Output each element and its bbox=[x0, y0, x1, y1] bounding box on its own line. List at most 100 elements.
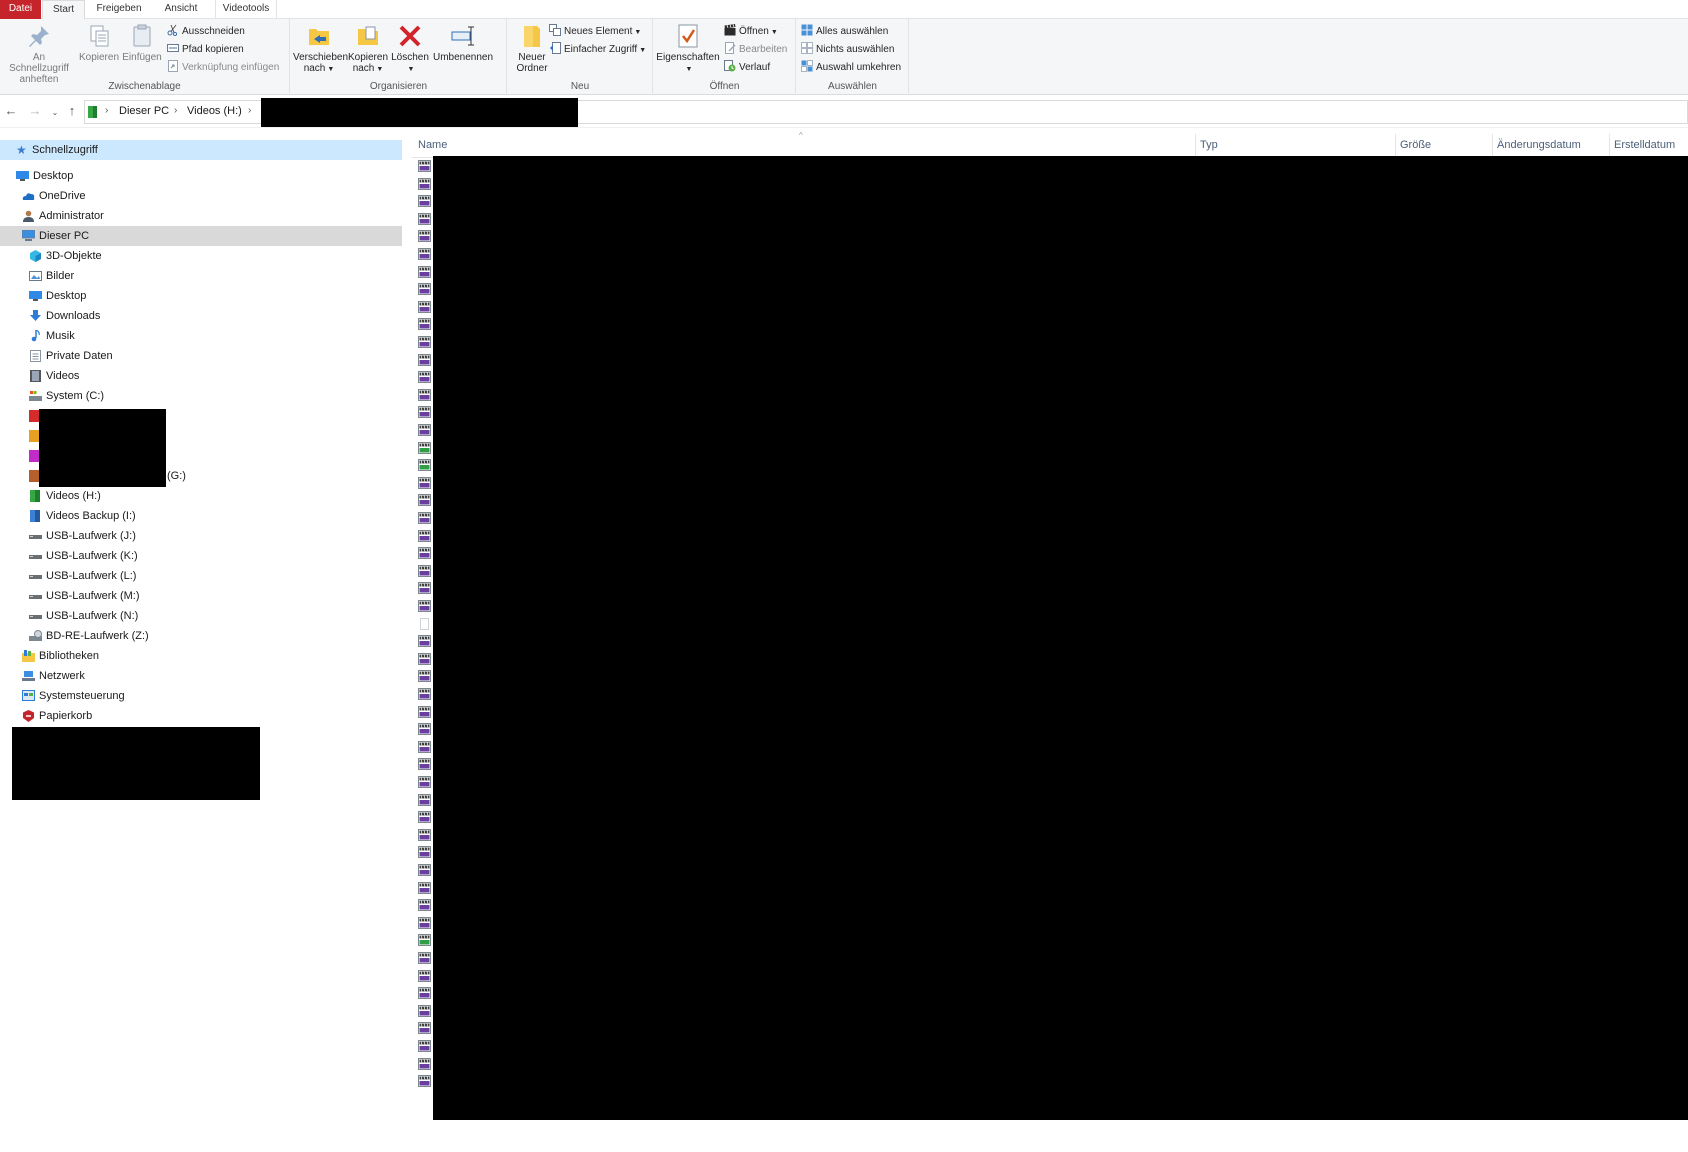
nav-item-musik[interactable]: Musik bbox=[0, 326, 402, 346]
history-button[interactable]: Verlauf bbox=[724, 60, 770, 76]
video-file-icon bbox=[418, 160, 431, 172]
nav-item-desktop[interactable]: Desktop bbox=[0, 166, 402, 186]
copy-to-button[interactable]: Kopieren nach ▼ bbox=[346, 23, 390, 75]
nav-item-usb-laufwerk-k[interactable]: USB-Laufwerk (K:) bbox=[0, 546, 402, 566]
nav-item-bibliotheken[interactable]: Bibliotheken bbox=[0, 646, 402, 666]
tab-view[interactable]: Ansicht bbox=[155, 0, 207, 19]
select-none-button[interactable]: Nichts auswählen bbox=[801, 42, 894, 58]
pin-label-1: An Schnellzugriff bbox=[9, 52, 69, 74]
nav-item-administrator[interactable]: Administrator bbox=[0, 206, 402, 226]
column-separator[interactable] bbox=[1609, 134, 1610, 158]
3d-objects-icon bbox=[30, 250, 41, 262]
forward-arrow-icon[interactable]: → bbox=[27, 104, 43, 118]
network-icon bbox=[22, 671, 35, 681]
new-folder-button[interactable]: Neuer Ordner bbox=[512, 23, 552, 74]
edit-button[interactable]: Bearbeiten bbox=[724, 42, 787, 58]
address-bar[interactable]: › Dieser PC › Videos (H:) › bbox=[84, 98, 1688, 127]
nav-item-desktop[interactable]: Desktop bbox=[0, 286, 402, 306]
rename-button[interactable]: Umbenennen bbox=[430, 23, 496, 63]
back-arrow-icon[interactable]: ← bbox=[3, 104, 19, 118]
cut-button[interactable]: Ausschneiden bbox=[167, 24, 245, 40]
nav-item-videos-h[interactable]: Videos (H:) bbox=[0, 486, 402, 506]
invert-selection-icon bbox=[801, 60, 813, 72]
easy-access-button[interactable]: Einfacher Zugriff ▼ bbox=[549, 42, 646, 58]
tab-share[interactable]: Freigeben bbox=[90, 0, 148, 19]
column-name[interactable]: Name bbox=[418, 139, 447, 151]
column-modified[interactable]: Änderungsdatum bbox=[1497, 139, 1581, 151]
up-arrow-icon[interactable]: ↑ bbox=[64, 104, 80, 118]
video-file-icon bbox=[418, 265, 431, 278]
column-separator[interactable] bbox=[1395, 134, 1396, 158]
column-type[interactable]: Typ bbox=[1200, 139, 1218, 151]
paste-shortcut-button[interactable]: Verknüpfung einfügen bbox=[167, 60, 279, 76]
paste-button[interactable]: Einfügen bbox=[121, 23, 163, 63]
breadcrumb-videos-h[interactable]: Videos (H:) bbox=[187, 105, 242, 117]
breadcrumb-separator-icon: › bbox=[105, 105, 109, 116]
redacted-drives bbox=[39, 409, 166, 487]
nav-item-label: Musik bbox=[46, 330, 75, 342]
tab-start[interactable]: Start bbox=[42, 0, 85, 20]
nav-item-videos-backup-i[interactable]: Videos Backup (I:) bbox=[0, 506, 402, 526]
video-file-icon bbox=[418, 811, 431, 824]
nav-quick-access[interactable]: ★ Schnellzugriff bbox=[0, 140, 402, 160]
video-file-icon bbox=[418, 1022, 431, 1035]
open-label: Öffnen bbox=[739, 26, 769, 37]
select-all-button[interactable]: Alles auswählen bbox=[801, 24, 888, 40]
tab-videotools[interactable]: Videotools bbox=[215, 0, 277, 19]
copy-path-label: Pfad kopieren bbox=[182, 44, 244, 55]
breadcrumb-separator-icon: › bbox=[248, 105, 252, 116]
recent-locations-chevron-icon[interactable]: ⌄ bbox=[47, 106, 63, 120]
nav-item-dieser-pc[interactable]: Dieser PC bbox=[0, 226, 402, 246]
nav-item-label: Administrator bbox=[39, 210, 104, 222]
delete-button[interactable]: Löschen ▼ bbox=[391, 23, 429, 75]
nav-item-videos[interactable]: Videos bbox=[0, 366, 402, 386]
move-to-button[interactable]: Verschieben nach ▼ bbox=[293, 23, 348, 75]
column-created[interactable]: Erstelldatum bbox=[1614, 139, 1675, 151]
nav-item-label: System (C:) bbox=[46, 390, 105, 402]
nav-item-bilder[interactable]: Bilder bbox=[0, 266, 402, 286]
nav-item-3d-objekte[interactable]: 3D-Objekte bbox=[0, 246, 402, 266]
properties-button[interactable]: Eigenschaften ▼ bbox=[656, 23, 720, 75]
nav-item-usb-laufwerk-m[interactable]: USB-Laufwerk (M:) bbox=[0, 586, 402, 606]
clapperboard-icon bbox=[724, 24, 736, 36]
pin-quick-access-button[interactable]: An Schnellzugriff anheften bbox=[2, 23, 76, 85]
column-separator[interactable] bbox=[1492, 134, 1493, 158]
nav-item-papierkorb[interactable]: Papierkorb bbox=[0, 706, 402, 726]
nav-item-label: OneDrive bbox=[39, 190, 86, 202]
nav-item-netzwerk[interactable]: Netzwerk bbox=[0, 666, 402, 686]
nav-item-label: USB-Laufwerk (J:) bbox=[46, 530, 136, 542]
nav-item-usb-laufwerk-j[interactable]: USB-Laufwerk (J:) bbox=[0, 526, 402, 546]
group-clipboard: An Schnellzugriff anheften Kopieren Einf… bbox=[0, 19, 290, 95]
column-size[interactable]: Größe bbox=[1400, 139, 1431, 151]
nav-item-downloads[interactable]: Downloads bbox=[0, 306, 402, 326]
nav-item-label: Videos Backup (I:) bbox=[46, 510, 136, 522]
nav-item-usb-laufwerk-n[interactable]: USB-Laufwerk (N:) bbox=[0, 606, 402, 626]
column-separator[interactable] bbox=[1195, 134, 1196, 158]
document-icon bbox=[30, 350, 41, 362]
nav-item-label: Downloads bbox=[46, 310, 101, 322]
nav-item-systemsteuerung[interactable]: Systemsteuerung bbox=[0, 686, 402, 706]
onedrive-icon bbox=[22, 193, 35, 200]
user-icon bbox=[23, 210, 34, 222]
nav-item-usb-laufwerk-l[interactable]: USB-Laufwerk (L:) bbox=[0, 566, 402, 586]
new-item-button[interactable]: Neues Element ▼ bbox=[549, 24, 641, 40]
copy-button[interactable]: Kopieren bbox=[78, 23, 120, 63]
nav-item-system-c[interactable]: System (C:) bbox=[0, 386, 402, 406]
open-button[interactable]: Öffnen ▼ bbox=[724, 24, 778, 40]
video-file-icon bbox=[418, 494, 431, 507]
breadcrumb-this-pc[interactable]: Dieser PC bbox=[119, 105, 169, 117]
video-file-icon bbox=[418, 582, 431, 595]
video-file-icon bbox=[418, 635, 431, 648]
ribbon-tab-bar: Datei Start Freigeben Ansicht Videotools bbox=[0, 0, 1688, 20]
video-file-icon bbox=[418, 441, 431, 454]
group-open-label: Öffnen bbox=[709, 81, 740, 92]
nav-item-bd-re-laufwerk-z[interactable]: BD-RE-Laufwerk (Z:) bbox=[0, 626, 402, 646]
copy-path-button[interactable]: Pfad kopieren bbox=[167, 42, 244, 58]
nav-item-onedrive[interactable]: OneDrive bbox=[0, 186, 402, 206]
nav-item-private-daten[interactable]: Private Daten bbox=[0, 346, 402, 366]
tab-file[interactable]: Datei bbox=[0, 0, 41, 19]
select-all-label: Alles auswählen bbox=[816, 26, 889, 37]
video-file-icon bbox=[418, 776, 431, 788]
invert-selection-button[interactable]: Auswahl umkehren bbox=[801, 60, 901, 76]
copy-to-label-1: Kopieren bbox=[347, 52, 389, 63]
